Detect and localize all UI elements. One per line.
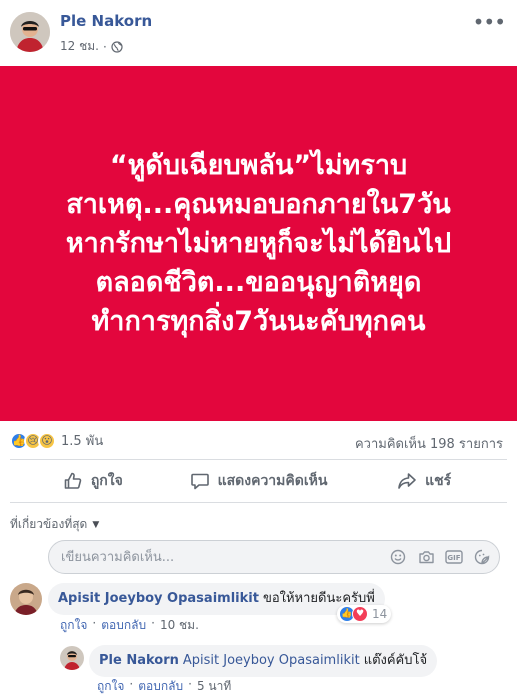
commenter-avatar[interactable] — [10, 583, 42, 615]
like-button[interactable]: ถูกใจ — [10, 460, 176, 502]
commenter-name[interactable]: Apisit Joeyboy Opasaimlikit — [58, 591, 259, 606]
banner-line: “หูดับเฉียบพลัน”ไม่ทราบ — [109, 150, 408, 181]
comment-footer: ถูกใจ · ตอบกลับ · 10 ชม. — [60, 616, 199, 635]
post-time[interactable]: 12 ชม. — [60, 37, 99, 56]
reply-footer: ถูกใจ · ตอบกลับ · 5 นาที — [97, 677, 231, 695]
post-banner: “หูดับเฉียบพลัน”ไม่ทราบ สาเหตุ...คุณหมอบ… — [0, 66, 517, 421]
share-button[interactable]: แชร์ — [341, 460, 507, 502]
banner-line: ทำการทุกสิ่ง7วันนะคับทุกคน — [91, 306, 426, 337]
comment-count[interactable]: ความคิดเห็น 198 รายการ — [355, 433, 503, 454]
comment-text: ขอให้หายดีนะครับพี่ — [262, 591, 375, 606]
comment-filter-label: ที่เกี่ยวข้องที่สุด — [10, 517, 88, 531]
comment-reaction-count: 14 — [372, 607, 388, 621]
reaction-count: 1.5 พัน — [61, 434, 104, 449]
gif-icon[interactable]: GIF — [445, 548, 463, 566]
comment-bubble: Apisit Joeyboy Opasaimlikit ขอให้หายดีนะค… — [48, 583, 385, 615]
more-options-icon[interactable]: ••• — [473, 10, 506, 34]
sticker-icon[interactable] — [473, 548, 491, 566]
svg-text:GIF: GIF — [447, 554, 460, 562]
reply-avatar[interactable] — [60, 646, 84, 670]
banner-line: สาเหตุ...คุณหมอบอกภายใน7วัน — [66, 189, 451, 220]
comment-button[interactable]: แสดงความคิดเห็น — [176, 460, 342, 502]
banner-text: “หูดับเฉียบพลัน”ไม่ทราบ สาเหตุ...คุณหมอบ… — [66, 146, 451, 341]
comment-time[interactable]: 10 ชม. — [160, 616, 199, 635]
banner-line: ตลอดชีวิต...ขออนุญาติหยุด — [95, 267, 422, 298]
comment-reply-link[interactable]: ตอบกลับ — [101, 616, 146, 635]
reply-like-link[interactable]: ถูกใจ — [97, 677, 124, 695]
comment-reactions[interactable]: 👍 ♥ 14 — [337, 605, 392, 623]
banner-line: หากรักษาไม่หายหูก็จะไม่ได้ยินไป — [65, 228, 452, 259]
reply-reply-link[interactable]: ตอบกลับ — [138, 677, 183, 695]
composer-icons: GIF — [389, 548, 491, 566]
reply-text: แต๊งค์คับโจ้ — [363, 653, 428, 668]
comment-filter-dropdown[interactable]: ที่เกี่ยวข้องที่สุด ▼ — [10, 515, 99, 534]
post-meta: 12 ชม. · — [60, 37, 123, 56]
reply-mention[interactable]: Apisit Joeyboy Opasaimlikit — [183, 653, 360, 668]
thumbs-up-icon — [64, 472, 82, 489]
reply-time[interactable]: 5 นาที — [197, 677, 231, 695]
author-avatar[interactable] — [10, 12, 50, 52]
comment-label: แสดงความคิดเห็น — [217, 473, 328, 489]
post-actions: ถูกใจ แสดงความคิดเห็น แชร์ — [10, 459, 507, 503]
share-icon — [398, 473, 416, 489]
comment-like-link[interactable]: ถูกใจ — [60, 616, 87, 635]
share-label: แชร์ — [425, 473, 452, 489]
post-stats: 👍 😢 😮 1.5 พัน ความคิดเห็น 198 รายการ — [0, 424, 517, 456]
like-label: ถูกใจ — [90, 473, 123, 489]
reply-author-name[interactable]: Ple Nakorn — [99, 653, 179, 668]
author-name[interactable]: Ple Nakorn — [60, 12, 152, 30]
chevron-down-icon: ▼ — [92, 519, 100, 530]
love-icon: ♥ — [352, 606, 368, 622]
reaction-summary[interactable]: 👍 😢 😮 1.5 พัน — [10, 430, 103, 451]
comment-input[interactable] — [61, 548, 361, 566]
wow-icon: 😮 — [38, 431, 56, 450]
comment-icon — [190, 473, 209, 490]
camera-icon[interactable] — [417, 548, 435, 566]
post-header: Ple Nakorn 12 ชม. · ••• — [0, 0, 517, 66]
globe-icon — [111, 40, 123, 53]
reply-bubble: Ple Nakorn Apisit Joeyboy Opasaimlikit แต๊… — [89, 645, 438, 677]
emoji-icon[interactable] — [389, 548, 407, 566]
comment-composer: GIF — [48, 540, 500, 574]
